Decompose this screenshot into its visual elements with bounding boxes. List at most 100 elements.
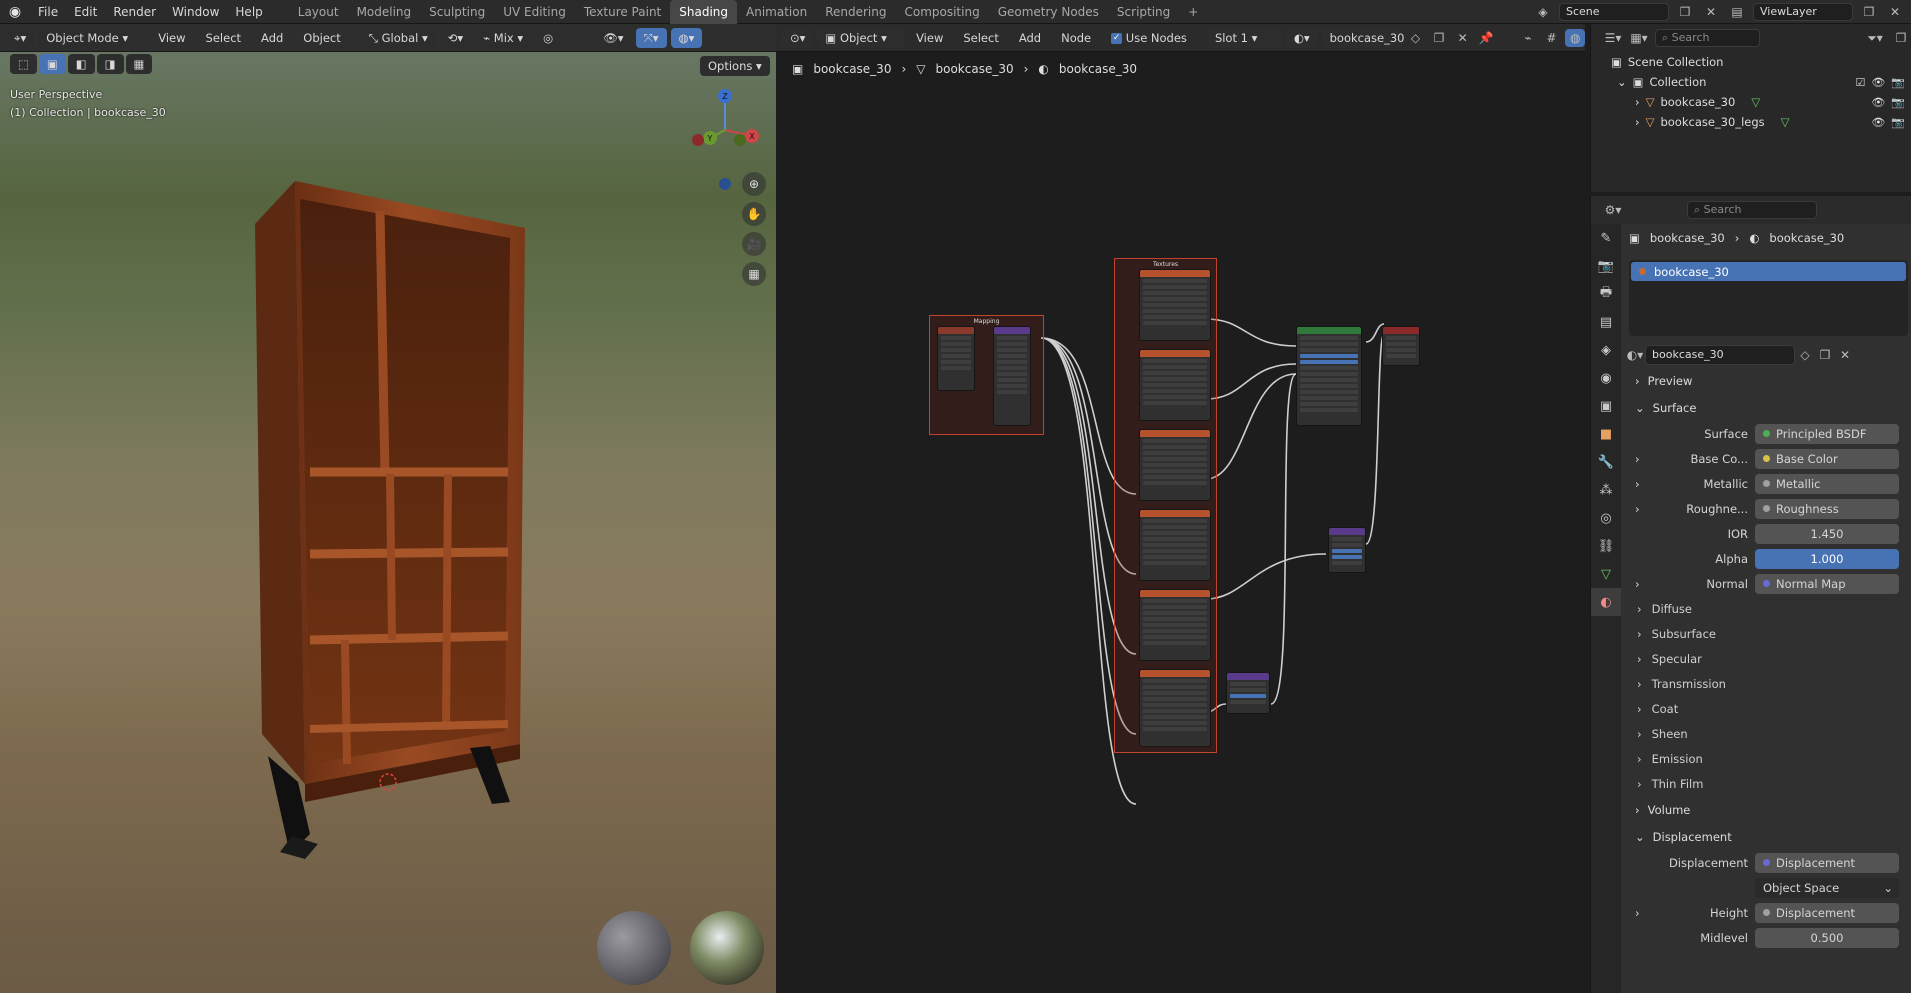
camera-view-icon[interactable]: 🎥 xyxy=(742,232,766,256)
delete-scene-icon[interactable]: ✕ xyxy=(1701,3,1721,21)
editor-type-icon[interactable]: ⌖▾ xyxy=(6,27,35,48)
image-texture-node-metallic[interactable] xyxy=(1139,429,1211,501)
displacement-node[interactable] xyxy=(1328,527,1366,573)
chevron-down-icon[interactable]: ⌄ xyxy=(1617,75,1627,89)
subpanel-sheen[interactable]: › Sheen xyxy=(1625,721,1911,746)
display-mode-icon[interactable]: ▦▾ xyxy=(1629,29,1649,47)
chevron-right-icon[interactable]: › xyxy=(1635,115,1640,129)
select-tool-icon[interactable]: ⬚ xyxy=(10,54,37,74)
image-texture-node-normal[interactable] xyxy=(1139,669,1211,747)
menu-object[interactable]: Object xyxy=(295,28,348,48)
tab-shading[interactable]: Shading xyxy=(670,0,737,24)
midlevel-field[interactable]: 0.500 xyxy=(1755,927,1899,948)
checkbox-icon[interactable]: ☑ xyxy=(1855,76,1865,89)
add-workspace-button[interactable]: + xyxy=(1179,0,1207,24)
outliner-search-input[interactable]: ⌕ Search xyxy=(1655,29,1760,47)
scene-icon[interactable]: ◈ xyxy=(1533,3,1553,21)
displacement-field[interactable]: Displacement xyxy=(1755,852,1899,873)
surface-panel-header[interactable]: ⌄ Surface xyxy=(1625,394,1911,421)
material-slot-list[interactable]: bookcase_30 xyxy=(1629,260,1908,336)
menu-view[interactable]: View xyxy=(150,28,193,48)
options-button[interactable]: Options ▾ xyxy=(700,56,770,76)
tab-animation[interactable]: Animation xyxy=(737,0,816,24)
subpanel-diffuse[interactable]: › Diffuse xyxy=(1625,596,1911,621)
select-extend-icon[interactable]: ◧ xyxy=(67,54,95,74)
properties-search-input[interactable]: ⌕ Search xyxy=(1687,201,1817,219)
menu-help[interactable]: Help xyxy=(227,0,270,24)
camera-icon[interactable]: 📷 xyxy=(1891,76,1905,89)
normal-field[interactable]: Normal Map xyxy=(1755,573,1899,594)
material-output-node[interactable] xyxy=(1382,326,1420,366)
view-layer-field[interactable]: ViewLayer xyxy=(1753,3,1853,21)
overlay-toggle-icon[interactable]: ◍▾ xyxy=(670,27,703,48)
ortho-grid-icon[interactable]: ▦ xyxy=(742,262,766,286)
mapping-frame[interactable]: Mapping xyxy=(929,315,1044,435)
bookcase-model[interactable] xyxy=(255,181,525,859)
pivot-icon[interactable]: ⟲▾ xyxy=(439,27,472,48)
image-texture-node-roughness[interactable] xyxy=(1139,509,1211,581)
camera-icon[interactable]: 📷 xyxy=(1891,96,1905,109)
orientation-dropdown[interactable]: ⤡ Global ▾ xyxy=(360,27,436,48)
volume-panel-header[interactable]: › Volume xyxy=(1625,796,1911,823)
view-layer-tab-icon[interactable]: ▤ xyxy=(1591,308,1621,336)
collection-tab-icon[interactable]: ▣ xyxy=(1591,392,1621,420)
proportional-icon[interactable]: ◎ xyxy=(535,27,562,48)
chevron-right-icon[interactable]: › xyxy=(1635,452,1640,466)
tab-texture-paint[interactable]: Texture Paint xyxy=(575,0,670,24)
world-tab-icon[interactable]: ◉ xyxy=(1591,364,1621,392)
subpanel-coat[interactable]: › Coat xyxy=(1625,696,1911,721)
modifier-tab-icon[interactable]: 🔧 xyxy=(1591,448,1621,476)
chevron-right-icon[interactable]: › xyxy=(1635,906,1640,920)
tool-tab-icon[interactable]: ✎ xyxy=(1591,224,1621,252)
menu-window[interactable]: Window xyxy=(164,0,227,24)
delete-view-layer-icon[interactable]: ✕ xyxy=(1885,3,1905,21)
scene-field[interactable]: Scene xyxy=(1559,3,1669,21)
new-scene-icon[interactable]: ❐ xyxy=(1675,3,1695,21)
image-texture-node-ao[interactable] xyxy=(1139,269,1211,341)
outliner-editor-icon[interactable]: ☰▾ xyxy=(1603,29,1623,47)
select-intersect-icon[interactable]: ▦ xyxy=(125,54,153,74)
preview-panel-header[interactable]: › Preview xyxy=(1625,367,1911,394)
properties-editor-icon[interactable]: ⚙▾ xyxy=(1603,201,1623,219)
duplicate-icon[interactable]: ❐ xyxy=(1815,346,1835,364)
outliner-item-bookcase-legs[interactable]: › ▽ bookcase_30_legs ▽ 👁 📷 xyxy=(1591,112,1911,132)
shader-node-editor[interactable]: ⊙▾ ▣ Object ▾ View Select Add Node ✓ Use… xyxy=(776,24,1585,993)
physics-tab-icon[interactable]: ◎ xyxy=(1591,504,1621,532)
view-layer-icon[interactable]: ▤ xyxy=(1727,3,1747,21)
roughness-field[interactable]: Roughness xyxy=(1755,498,1899,519)
image-texture-node-base-color[interactable] xyxy=(1139,349,1211,421)
mapping-node[interactable] xyxy=(993,326,1031,426)
filter-icon[interactable]: ⏷▾ xyxy=(1865,29,1885,47)
object-tab-icon[interactable]: ■ xyxy=(1591,420,1621,448)
output-tab-icon[interactable]: 🖶 xyxy=(1591,280,1621,308)
visibility-icon[interactable]: 👁▾ xyxy=(595,27,632,48)
snap-dropdown[interactable]: ⌁ Mix ▾ xyxy=(475,27,532,48)
height-field[interactable]: Displacement xyxy=(1755,902,1899,923)
select-subtract-icon[interactable]: ◨ xyxy=(96,54,124,74)
constraints-tab-icon[interactable]: ⛓ xyxy=(1591,532,1621,560)
menu-render[interactable]: Render xyxy=(105,0,164,24)
scene-tab-icon[interactable]: ◈ xyxy=(1591,336,1621,364)
tab-sculpting[interactable]: Sculpting xyxy=(420,0,494,24)
tab-layout[interactable]: Layout xyxy=(289,0,348,24)
tab-rendering[interactable]: Rendering xyxy=(816,0,895,24)
menu-select[interactable]: Select xyxy=(198,28,249,48)
image-texture-node-displacement[interactable] xyxy=(1139,589,1211,661)
ior-field[interactable]: 1.450 xyxy=(1755,523,1899,544)
alpha-field[interactable]: 1.000 xyxy=(1755,548,1899,569)
particles-tab-icon[interactable]: ⁂ xyxy=(1591,476,1621,504)
surface-shader-field[interactable]: Principled BSDF xyxy=(1755,423,1899,444)
base-color-field[interactable]: Base Color xyxy=(1755,448,1899,469)
tab-geometry-nodes[interactable]: Geometry Nodes xyxy=(989,0,1108,24)
eye-icon[interactable]: 👁 xyxy=(1871,96,1885,109)
new-collection-icon[interactable]: ❐ xyxy=(1891,29,1911,47)
render-tab-icon[interactable]: 📷 xyxy=(1591,252,1621,280)
blender-logo-icon[interactable]: ◉ xyxy=(0,4,30,20)
subpanel-subsurface[interactable]: › Subsurface xyxy=(1625,621,1911,646)
textures-frame[interactable]: Textures xyxy=(1114,258,1217,753)
material-slot-item[interactable]: bookcase_30 xyxy=(1631,262,1906,281)
new-view-layer-icon[interactable]: ❐ xyxy=(1859,3,1879,21)
tab-scripting[interactable]: Scripting xyxy=(1108,0,1179,24)
chevron-right-icon[interactable]: › xyxy=(1635,577,1640,591)
normal-map-node[interactable] xyxy=(1226,672,1270,714)
